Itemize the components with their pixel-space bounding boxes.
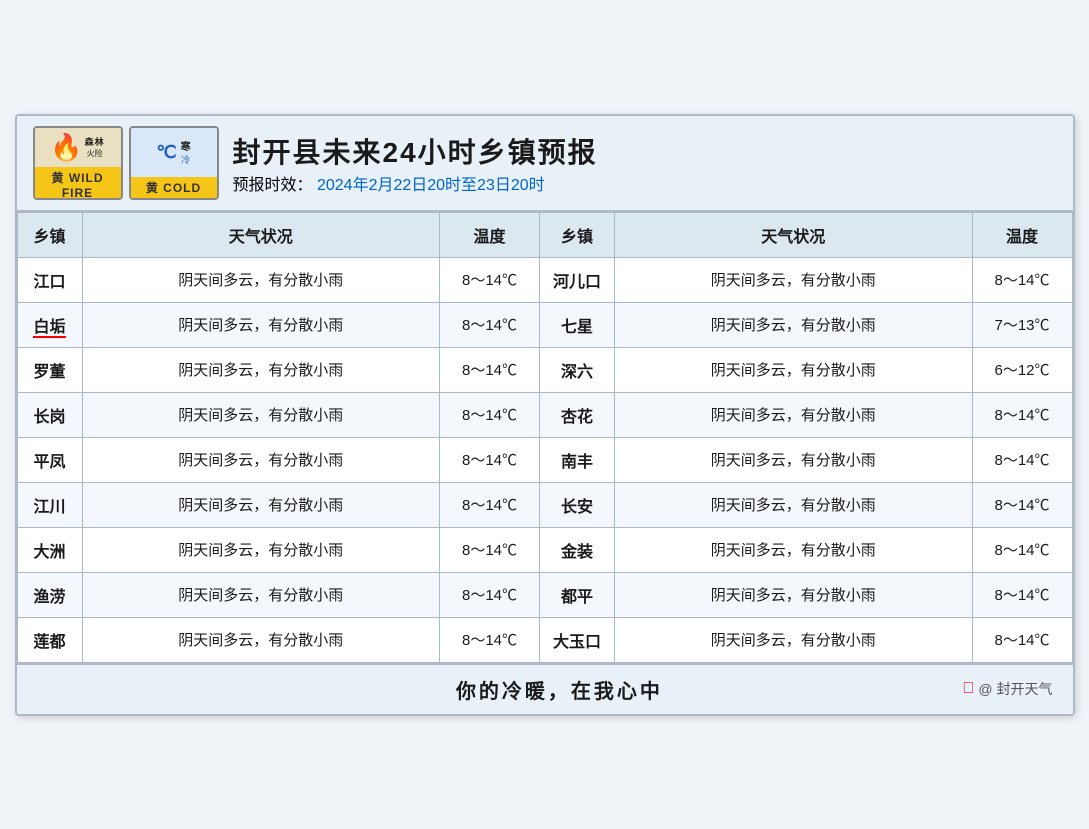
cold-temp-symbol: ℃ xyxy=(156,142,176,163)
weather-cell-left: 阴天间多云，有分散小雨 xyxy=(82,572,440,617)
weather-cell-right: 阴天间多云，有分散小雨 xyxy=(615,617,973,662)
table-row: 江川阴天间多云，有分散小雨8～14℃长安阴天间多云，有分散小雨8～14℃ xyxy=(17,482,1072,527)
temp-cell-left: 8～14℃ xyxy=(440,617,540,662)
town-name-underlined: 白垢 xyxy=(33,319,65,338)
table-row: 罗董阴天间多云，有分散小雨8～14℃深六阴天间多云，有分散小雨6～12℃ xyxy=(17,347,1072,392)
temp-cell-right: 8～14℃ xyxy=(972,527,1072,572)
table-row: 白垢阴天间多云，有分散小雨8～14℃七星阴天间多云，有分散小雨7～13℃ xyxy=(17,302,1072,347)
temp-cell-right: 8～14℃ xyxy=(972,482,1072,527)
weather-table-container: 乡镇 天气状况 温度 乡镇 天气状况 温度 江口阴天间多云，有分散小雨8～14℃… xyxy=(17,212,1073,663)
temp-cell-left: 8～14℃ xyxy=(440,302,540,347)
table-row: 大洲阴天间多云，有分散小雨8～14℃金装阴天间多云，有分散小雨8～14℃ xyxy=(17,527,1072,572)
weather-cell-left: 阴天间多云，有分散小雨 xyxy=(82,617,440,662)
town-cell-left: 大洲 xyxy=(17,527,82,572)
table-row: 平凤阴天间多云，有分散小雨8～14℃南丰阴天间多云，有分散小雨8～14℃ xyxy=(17,437,1072,482)
weather-cell-left: 阴天间多云，有分散小雨 xyxy=(82,392,440,437)
town-cell-right: 深六 xyxy=(540,347,615,392)
table-header-row: 乡镇 天气状况 温度 乡镇 天气状况 温度 xyxy=(17,212,1072,257)
weather-cell-left: 阴天间多云，有分散小雨 xyxy=(82,437,440,482)
town-cell-right: 金装 xyxy=(540,527,615,572)
town-cell-left: 长岗 xyxy=(17,392,82,437)
temp-cell-left: 8～14℃ xyxy=(440,347,540,392)
weather-cell-left: 阴天间多云，有分散小雨 xyxy=(82,257,440,302)
weather-cell-right: 阴天间多云，有分散小雨 xyxy=(615,302,973,347)
th-weather2: 天气状况 xyxy=(615,212,973,257)
alert-badges: 🔥 森林 火险 黄 WILD FIRE ℃ 寒 冷 xyxy=(33,126,219,200)
temp-cell-left: 8～14℃ xyxy=(440,392,540,437)
weather-cell-right: 阴天间多云，有分散小雨 xyxy=(615,347,973,392)
th-temp2: 温度 xyxy=(972,212,1072,257)
weibo-icon:  xyxy=(962,680,974,698)
table-row: 莲都阴天间多云，有分散小雨8～14℃大玉口阴天间多云，有分散小雨8～14℃ xyxy=(17,617,1072,662)
temp-cell-right: 8～14℃ xyxy=(972,392,1072,437)
temp-cell-right: 6～12℃ xyxy=(972,347,1072,392)
wildfire-badge: 🔥 森林 火险 黄 WILD FIRE xyxy=(33,126,123,200)
wildfire-label-line1: 森林 xyxy=(85,135,105,148)
th-town2: 乡镇 xyxy=(540,212,615,257)
table-row: 江口阴天间多云，有分散小雨8～14℃河儿口阴天间多云，有分散小雨8～14℃ xyxy=(17,257,1072,302)
town-cell-left: 渔涝 xyxy=(17,572,82,617)
town-cell-left: 江川 xyxy=(17,482,82,527)
weather-cell-right: 阴天间多云，有分散小雨 xyxy=(615,572,973,617)
temp-cell-left: 8～14℃ xyxy=(440,257,540,302)
temp-cell-right: 7～13℃ xyxy=(972,302,1072,347)
temp-cell-right: 8～14℃ xyxy=(972,437,1072,482)
th-temp1: 温度 xyxy=(440,212,540,257)
cold-label-line1: 寒 xyxy=(181,138,191,153)
subtitle: 预报时效： 2024年2月22日20时至23日20时 xyxy=(233,171,598,195)
town-cell-left: 莲都 xyxy=(17,617,82,662)
table-row: 长岗阴天间多云，有分散小雨8～14℃杏花阴天间多云，有分散小雨8～14℃ xyxy=(17,392,1072,437)
footer-logo:  @ 封开天气 xyxy=(962,679,1052,699)
weather-cell-right: 阴天间多云，有分散小雨 xyxy=(615,392,973,437)
fire-icon: 🔥 xyxy=(50,132,82,163)
weather-card: 🔥 森林 火险 黄 WILD FIRE ℃ 寒 冷 xyxy=(15,114,1075,716)
weather-cell-right: 阴天间多云，有分散小雨 xyxy=(615,437,973,482)
weather-cell-left: 阴天间多云，有分散小雨 xyxy=(82,527,440,572)
weather-table: 乡镇 天气状况 温度 乡镇 天气状况 温度 江口阴天间多云，有分散小雨8～14℃… xyxy=(17,212,1073,663)
town-cell-right: 大玉口 xyxy=(540,617,615,662)
wildfire-tag: 黄 WILD FIRE xyxy=(35,167,121,200)
th-weather1: 天气状况 xyxy=(82,212,440,257)
weather-cell-right: 阴天间多云，有分散小雨 xyxy=(615,482,973,527)
subtitle-label: 预报时效： xyxy=(233,177,313,194)
weather-cell-right: 阴天间多云，有分散小雨 xyxy=(615,257,973,302)
temp-cell-right: 8～14℃ xyxy=(972,572,1072,617)
temp-cell-left: 8～14℃ xyxy=(440,482,540,527)
footer-text: 你的冷暖，在我心中 xyxy=(157,675,963,704)
town-cell-right: 南丰 xyxy=(540,437,615,482)
temp-cell-right: 8～14℃ xyxy=(972,617,1072,662)
logo-text: @ 封开天气 xyxy=(978,679,1052,699)
town-cell-left: 白垢 xyxy=(17,302,82,347)
weather-cell-left: 阴天间多云，有分散小雨 xyxy=(82,347,440,392)
subtitle-value: 2024年2月22日20时至23日20时 xyxy=(317,177,545,194)
temp-cell-right: 8～14℃ xyxy=(972,257,1072,302)
header: 🔥 森林 火险 黄 WILD FIRE ℃ 寒 冷 xyxy=(17,116,1073,212)
town-cell-right: 杏花 xyxy=(540,392,615,437)
temp-cell-left: 8～14℃ xyxy=(440,572,540,617)
town-cell-left: 江口 xyxy=(17,257,82,302)
weather-cell-right: 阴天间多云，有分散小雨 xyxy=(615,527,973,572)
main-title: 封开县未来24小时乡镇预报 xyxy=(233,131,598,171)
temp-cell-left: 8～14℃ xyxy=(440,437,540,482)
weather-cell-left: 阴天间多云，有分散小雨 xyxy=(82,302,440,347)
footer: 你的冷暖，在我心中  @ 封开天气 xyxy=(17,663,1073,714)
th-town1: 乡镇 xyxy=(17,212,82,257)
wildfire-label-line2: 火险 xyxy=(87,148,103,159)
town-cell-right: 七星 xyxy=(540,302,615,347)
town-cell-left: 罗董 xyxy=(17,347,82,392)
cold-badge: ℃ 寒 冷 黄 COLD xyxy=(129,126,219,200)
temp-cell-left: 8～14℃ xyxy=(440,527,540,572)
cold-tag: 黄 COLD xyxy=(131,177,217,198)
cold-label-line2: 冷 xyxy=(181,153,190,166)
title-section: 封开县未来24小时乡镇预报 预报时效： 2024年2月22日20时至23日20时 xyxy=(233,131,598,195)
town-cell-right: 长安 xyxy=(540,482,615,527)
table-row: 渔涝阴天间多云，有分散小雨8～14℃都平阴天间多云，有分散小雨8～14℃ xyxy=(17,572,1072,617)
town-cell-right: 都平 xyxy=(540,572,615,617)
town-cell-right: 河儿口 xyxy=(540,257,615,302)
weather-cell-left: 阴天间多云，有分散小雨 xyxy=(82,482,440,527)
town-cell-left: 平凤 xyxy=(17,437,82,482)
